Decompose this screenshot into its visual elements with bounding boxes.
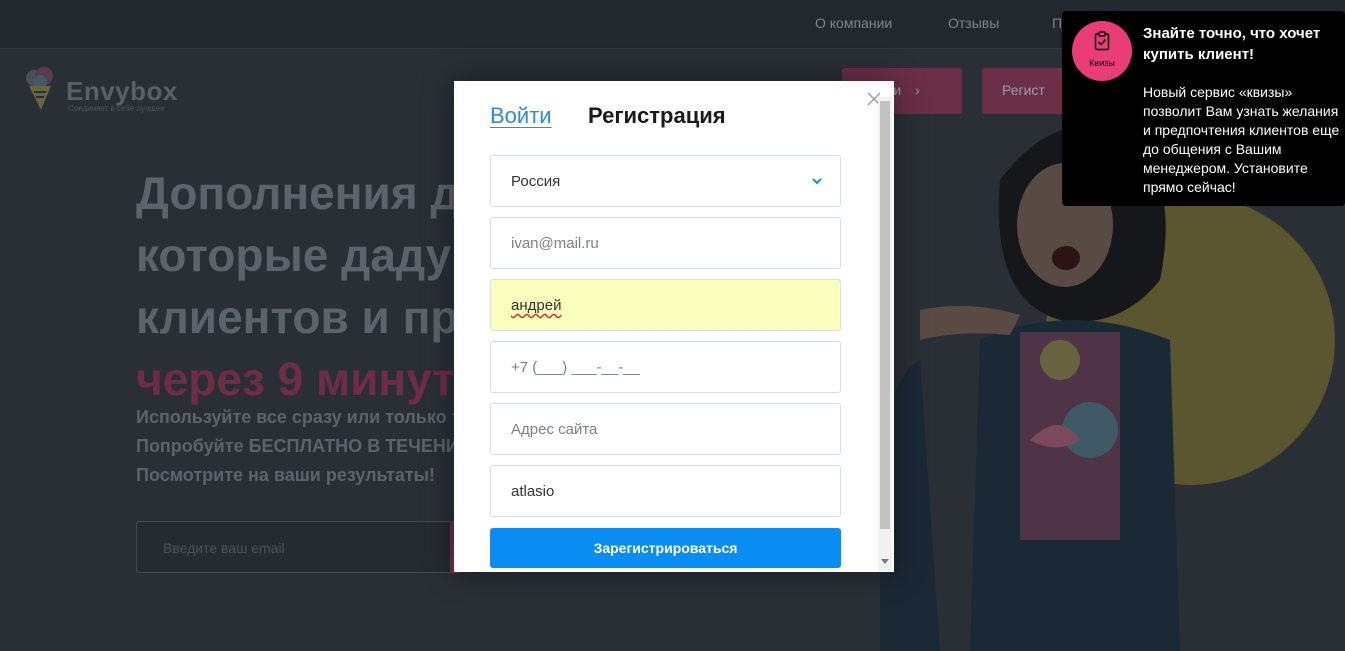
clipboard-check-icon [1094,31,1110,51]
name-field[interactable]: андрей [490,279,841,331]
phone-field[interactable]: +7 (___) ___-__-__ [490,341,841,393]
country-select-value: Россия [511,173,561,190]
brand-tagline: Соединяет в себе лучшее [68,104,165,113]
quiz-badge: Квизы [1072,21,1132,81]
extra-field[interactable]: atlasio [490,465,841,517]
name-field-value: андрей [511,297,562,314]
website-field[interactable]: Адрес сайта [490,403,841,455]
extra-field-value: atlasio [511,483,555,500]
auth-modal: Войти Регистрация Россия ivan@mail.ru ан… [454,81,894,572]
scrollbar-thumb[interactable] [880,101,890,529]
chevron-right-icon: › [915,82,920,98]
hero-title: Дополнения д которые даду клиентов и пр … [136,162,460,410]
notification-title: Знайте точно, что хочет купить клиент! [1143,25,1321,63]
chevron-down-icon [812,178,822,185]
hero-subtitle-line-1: Используйте все сразу или только то [136,407,472,427]
ice-cream-logo-icon [26,67,53,110]
hero-title-line-2: которые даду [136,229,452,281]
hero-title-line-1: Дополнения д [136,167,460,219]
notification-body: Новый сервис «квизы» позволит Вам узнать… [1143,84,1340,195]
country-select[interactable]: Россия [490,155,841,207]
brand-name: Envybox [66,76,178,106]
tab-login[interactable]: Войти [490,103,552,129]
nav-link-more[interactable]: П [1052,15,1062,31]
nav-link-reviews[interactable]: Отзывы [948,15,999,31]
hero-title-line-4: через 9 минут [136,353,455,405]
modal-scrollbar[interactable] [878,97,892,571]
register-submit-button[interactable]: Зарегистрироваться [490,528,841,568]
header-register-label: Регист [1002,82,1045,98]
brand-logo[interactable]: Envybox Соединяет в себе лучшее [24,64,194,116]
hero-email-input[interactable]: Введите ваш email [136,521,452,573]
scroll-down-arrow-icon[interactable] [881,559,889,564]
hero-email-placeholder: Введите ваш email [163,540,285,556]
hero-subtitle-line-2: Попробуйте БЕСПЛАТНО В ТЕЧЕНИЕ [136,436,471,456]
hero-subtitle: Используйте все сразу или только то Попр… [136,403,471,490]
quiz-notification[interactable]: Квизы Знайте точно, что хочет купить кли… [1062,11,1345,206]
phone-field-placeholder: +7 (___) ___-__-__ [511,359,640,376]
email-field-placeholder: ivan@mail.ru [511,235,599,252]
hero-title-line-3: клиентов и пр [136,291,459,343]
hero-subtitle-line-3: Посмотрите на ваши результаты! [136,465,436,485]
website-field-placeholder: Адрес сайта [511,421,598,438]
quiz-badge-label: Квизы [1089,58,1115,68]
nav-link-about[interactable]: О компании [815,15,892,31]
email-field[interactable]: ivan@mail.ru [490,217,841,269]
tab-register[interactable]: Регистрация [588,103,726,129]
